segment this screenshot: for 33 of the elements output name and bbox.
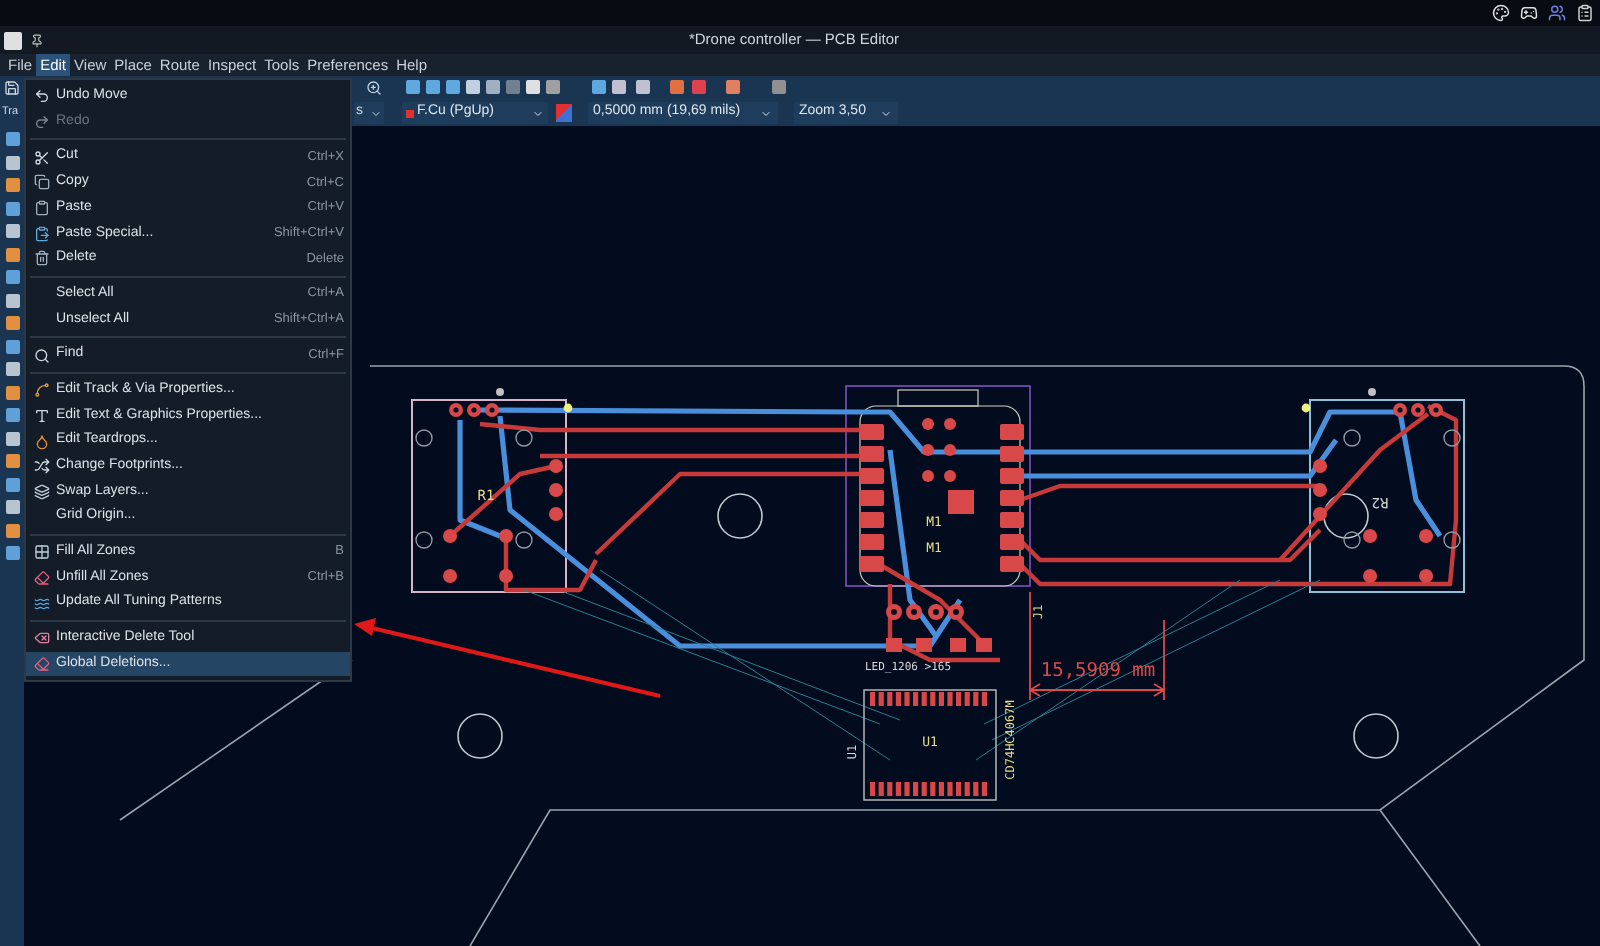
- caret-icon: [369, 107, 381, 119]
- paste-icon: [33, 225, 49, 242]
- copy-icon: [33, 174, 49, 191]
- pin-icon[interactable]: [30, 33, 44, 47]
- text-icon: [33, 407, 49, 424]
- zone-fill-icon: [33, 544, 49, 561]
- eraser-icon: [33, 656, 49, 673]
- waves-icon: [33, 595, 49, 612]
- scissors-icon: [33, 149, 49, 166]
- gamepad-icon[interactable]: [1520, 4, 1538, 22]
- zoom-icon[interactable]: [366, 80, 382, 96]
- track-icon: [33, 382, 49, 399]
- dimension-label: 15,5909 mm: [1040, 660, 1156, 682]
- delete-icon: [33, 630, 49, 647]
- caret-icon: [879, 107, 891, 119]
- droplet-icon: [33, 433, 49, 450]
- undo-icon: [33, 88, 49, 105]
- layers-icon: [33, 483, 49, 500]
- shuffle-icon: [33, 458, 49, 475]
- layer-color-icon: [405, 109, 413, 117]
- dimension-line: [1029, 591, 1165, 701]
- clipboard-icon: [33, 200, 49, 217]
- caret-icon: [531, 107, 543, 119]
- redo-icon: [33, 114, 49, 131]
- caret-icon: [759, 107, 771, 119]
- eraser-icon: [33, 570, 49, 587]
- save-icon[interactable]: [4, 80, 20, 96]
- trash-icon: [33, 250, 49, 267]
- clipboard-icon[interactable]: [1576, 4, 1594, 22]
- search-icon: [33, 347, 49, 364]
- people-icon[interactable]: [1548, 4, 1566, 22]
- palette-icon[interactable]: [1492, 4, 1510, 22]
- layer-pair-icon[interactable]: [555, 104, 571, 122]
